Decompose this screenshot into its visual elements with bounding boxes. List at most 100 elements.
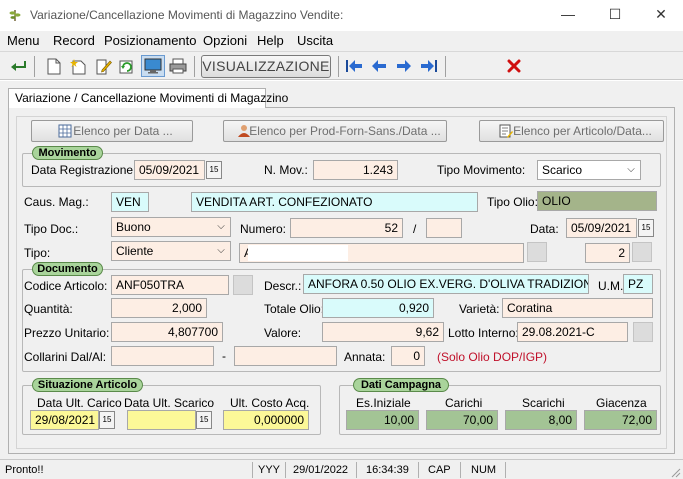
valore-label: Valore: xyxy=(264,326,302,340)
status-separator xyxy=(505,462,506,478)
data-doc-label: Data: xyxy=(530,222,559,236)
status-caps: CAP xyxy=(428,464,451,476)
ult-costo-field[interactable]: 0,000000 xyxy=(223,410,309,430)
menu-record[interactable]: Record xyxy=(53,33,95,48)
menu-help[interactable]: Help xyxy=(257,33,284,48)
tipo-movimento-label: Tipo Movimento: xyxy=(437,163,526,177)
exit-arrow-icon[interactable] xyxy=(8,56,28,76)
printer-icon[interactable] xyxy=(168,56,188,76)
maximize-button[interactable]: ☐ xyxy=(605,4,625,24)
um-field[interactable]: PZ xyxy=(623,274,653,294)
person-icon xyxy=(238,125,250,137)
codice-articolo-field[interactable]: ANF050TRA xyxy=(111,275,229,295)
status-date: 29/01/2022 xyxy=(293,464,349,476)
es-iniziale-field[interactable]: 10,00 xyxy=(346,410,419,430)
previous-record-icon[interactable] xyxy=(369,56,389,76)
annata-label: Annata: xyxy=(344,350,386,364)
numero-field[interactable]: 52 xyxy=(290,218,403,238)
calendar-icon[interactable]: 15 xyxy=(638,219,654,237)
collarini-dal-field[interactable] xyxy=(111,346,214,366)
toolbar: VISUALIZZAZIONE xyxy=(0,51,683,80)
data-registrazione-label: Data Registrazione: xyxy=(31,163,137,177)
prezzo-unitario-field[interactable]: 4,807700 xyxy=(111,322,223,342)
redacted-area xyxy=(248,245,348,261)
app-olive-icon xyxy=(9,10,21,21)
lotto-lookup-button[interactable] xyxy=(633,322,653,342)
new-document-icon[interactable] xyxy=(44,56,64,76)
ult-costo-label: Ult. Costo Acq. xyxy=(230,396,310,410)
totale-olio-field[interactable]: 0,920 xyxy=(322,298,434,318)
tipo-olio-field[interactable]: OLIO xyxy=(537,191,657,211)
mode-visualizzazione-button[interactable]: VISUALIZZAZIONE xyxy=(201,55,331,78)
menu-menu[interactable]: Menu xyxy=(7,33,40,48)
giacenza-field[interactable]: 72,00 xyxy=(584,410,657,430)
minimize-button[interactable]: — xyxy=(558,4,578,24)
menu-uscita[interactable]: Uscita xyxy=(297,33,333,48)
refresh-icon[interactable] xyxy=(117,56,137,76)
scarichi-field[interactable]: 8,00 xyxy=(505,410,577,430)
calendar-icon[interactable]: 15 xyxy=(196,411,212,429)
data-registrazione-field[interactable]: 05/09/2021 xyxy=(134,160,205,180)
totale-olio-label: Totale Olio: xyxy=(264,302,325,316)
chevron-down-icon: ⌵ xyxy=(627,164,635,175)
ult-carico-field[interactable]: 29/08/2021 xyxy=(30,410,99,430)
calendar-icon[interactable]: 15 xyxy=(206,161,222,179)
tab-variazione[interactable]: Variazione / Cancellazione Movimenti di … xyxy=(8,88,288,108)
edit-document-icon[interactable] xyxy=(94,56,114,76)
articolo-lookup-button[interactable] xyxy=(233,275,253,295)
resize-grip-icon[interactable] xyxy=(669,466,681,478)
last-record-icon[interactable] xyxy=(419,56,439,76)
ult-scarico-label: Data Ult. Scarico xyxy=(124,396,215,410)
status-num: NUM xyxy=(471,464,497,476)
tipo-label: Tipo: xyxy=(24,246,51,260)
carichi-field[interactable]: 70,00 xyxy=(426,410,498,430)
list-by-date-button[interactable]: Elenco per Data ... xyxy=(31,120,193,142)
menu-opzioni[interactable]: Opzioni xyxy=(203,33,247,48)
delete-x-icon[interactable] xyxy=(504,56,524,76)
collarini-dash: - xyxy=(222,349,226,363)
descr-field[interactable]: ANFORA 0.50 OLIO EX.VERG. D'OLIVA TRADIZ… xyxy=(303,274,589,294)
ult-scarico-field[interactable] xyxy=(127,410,196,430)
window-title: Variazione/Cancellazione Movimenti di Ma… xyxy=(30,8,344,22)
count-field[interactable]: 2 xyxy=(585,243,630,263)
movimento-group-title: Movimento xyxy=(32,146,103,160)
um-label: U.M. xyxy=(598,279,624,293)
calendar-icon[interactable]: 15 xyxy=(99,411,115,429)
lotto-interno-field[interactable]: 29.08.2021-C xyxy=(517,322,628,342)
annata-field[interactable]: 0 xyxy=(391,346,425,366)
new-star-document-icon[interactable] xyxy=(68,56,88,76)
status-yyy: YYY xyxy=(258,464,281,476)
n-mov-field[interactable]: 1.243 xyxy=(313,160,398,180)
valore-field[interactable]: 9,62 xyxy=(322,322,444,342)
tipo-olio-label: Tipo Olio: xyxy=(487,195,538,209)
cliente-lookup-button[interactable] xyxy=(527,242,547,262)
status-message: Pronto!! xyxy=(5,464,44,476)
status-time: 16:34:39 xyxy=(366,464,409,476)
cliente-name-field[interactable]: A xyxy=(239,243,524,263)
menu-posizionamento[interactable]: Posizionamento xyxy=(104,33,197,48)
data-doc-field[interactable]: 05/09/2021 xyxy=(566,218,637,238)
list-by-producer-button[interactable]: Elenco per Prod-Forn-Sans./Data ... xyxy=(223,120,447,142)
chevron-down-icon: ⌵ xyxy=(217,245,225,256)
varieta-field[interactable]: Coratina xyxy=(502,298,653,318)
caus-mag-description-field[interactable]: VENDITA ART. CONFEZIONATO xyxy=(191,192,478,212)
list-by-article-button[interactable]: Elenco per Articolo/Data... xyxy=(479,120,664,142)
status-separator xyxy=(252,462,253,478)
carichi-label: Carichi xyxy=(445,396,483,410)
tipo-doc-select[interactable]: Buono ⌵ xyxy=(111,217,231,237)
grid-icon xyxy=(58,124,72,138)
tipo-movimento-select[interactable]: Scarico ⌵ xyxy=(537,160,641,180)
title-bar: Variazione/Cancellazione Movimenti di Ma… xyxy=(0,0,683,31)
tipo-select[interactable]: Cliente ⌵ xyxy=(111,241,231,261)
first-record-icon[interactable] xyxy=(344,56,364,76)
next-record-icon[interactable] xyxy=(394,56,414,76)
close-window-button[interactable]: ✕ xyxy=(651,4,671,24)
collarini-al-field[interactable] xyxy=(234,346,337,366)
count-lookup-button[interactable] xyxy=(632,242,652,262)
quantita-label: Quantità: xyxy=(24,302,73,316)
prezzo-unitario-label: Prezzo Unitario: xyxy=(24,326,110,340)
caus-mag-code-field[interactable]: VEN xyxy=(111,192,149,212)
view-monitor-icon[interactable] xyxy=(141,55,165,77)
numero-suffix-field[interactable] xyxy=(426,218,462,238)
quantita-field[interactable]: 2,000 xyxy=(111,298,207,318)
